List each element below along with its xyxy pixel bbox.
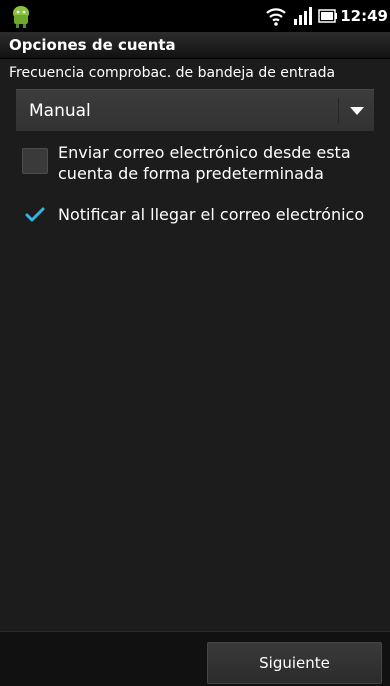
- page-title: Opciones de cuenta: [9, 36, 176, 54]
- status-bar: 12:49: [0, 0, 390, 32]
- inbox-check-label: Frecuencia comprobac. de bandeja de entr…: [9, 65, 336, 81]
- spinner-selected-value: Manual: [29, 101, 91, 121]
- spinner-divider: [338, 98, 339, 124]
- bottom-bar: Siguiente: [0, 631, 390, 686]
- default-account-label: Enviar correo electrónico desde esta cue…: [58, 143, 351, 183]
- notify-label: Notificar al llegar el correo electrónic…: [58, 205, 365, 224]
- next-button[interactable]: Siguiente: [207, 642, 382, 684]
- battery-icon: [318, 9, 337, 23]
- inbox-check-frequency-spinner[interactable]: Manual: [16, 89, 374, 131]
- default-account-checkbox[interactable]: [22, 148, 48, 174]
- signal-icon: [294, 7, 312, 25]
- default-account-option[interactable]: Enviar correo electrónico desde esta cue…: [0, 140, 390, 184]
- checkmark-icon: [25, 207, 45, 222]
- android-notification-icon: [13, 6, 29, 28]
- title-bar: Opciones de cuenta: [0, 32, 390, 59]
- notify-option[interactable]: Notificar al llegar el correo electrónic…: [0, 200, 390, 230]
- wifi-icon: [266, 8, 286, 26]
- screen: 12:49 Opciones de cuenta Frecuencia comp…: [0, 0, 390, 686]
- notify-checkbox[interactable]: [22, 202, 48, 228]
- dropdown-arrow-icon[interactable]: [349, 105, 365, 117]
- clock: 12:49: [340, 7, 388, 25]
